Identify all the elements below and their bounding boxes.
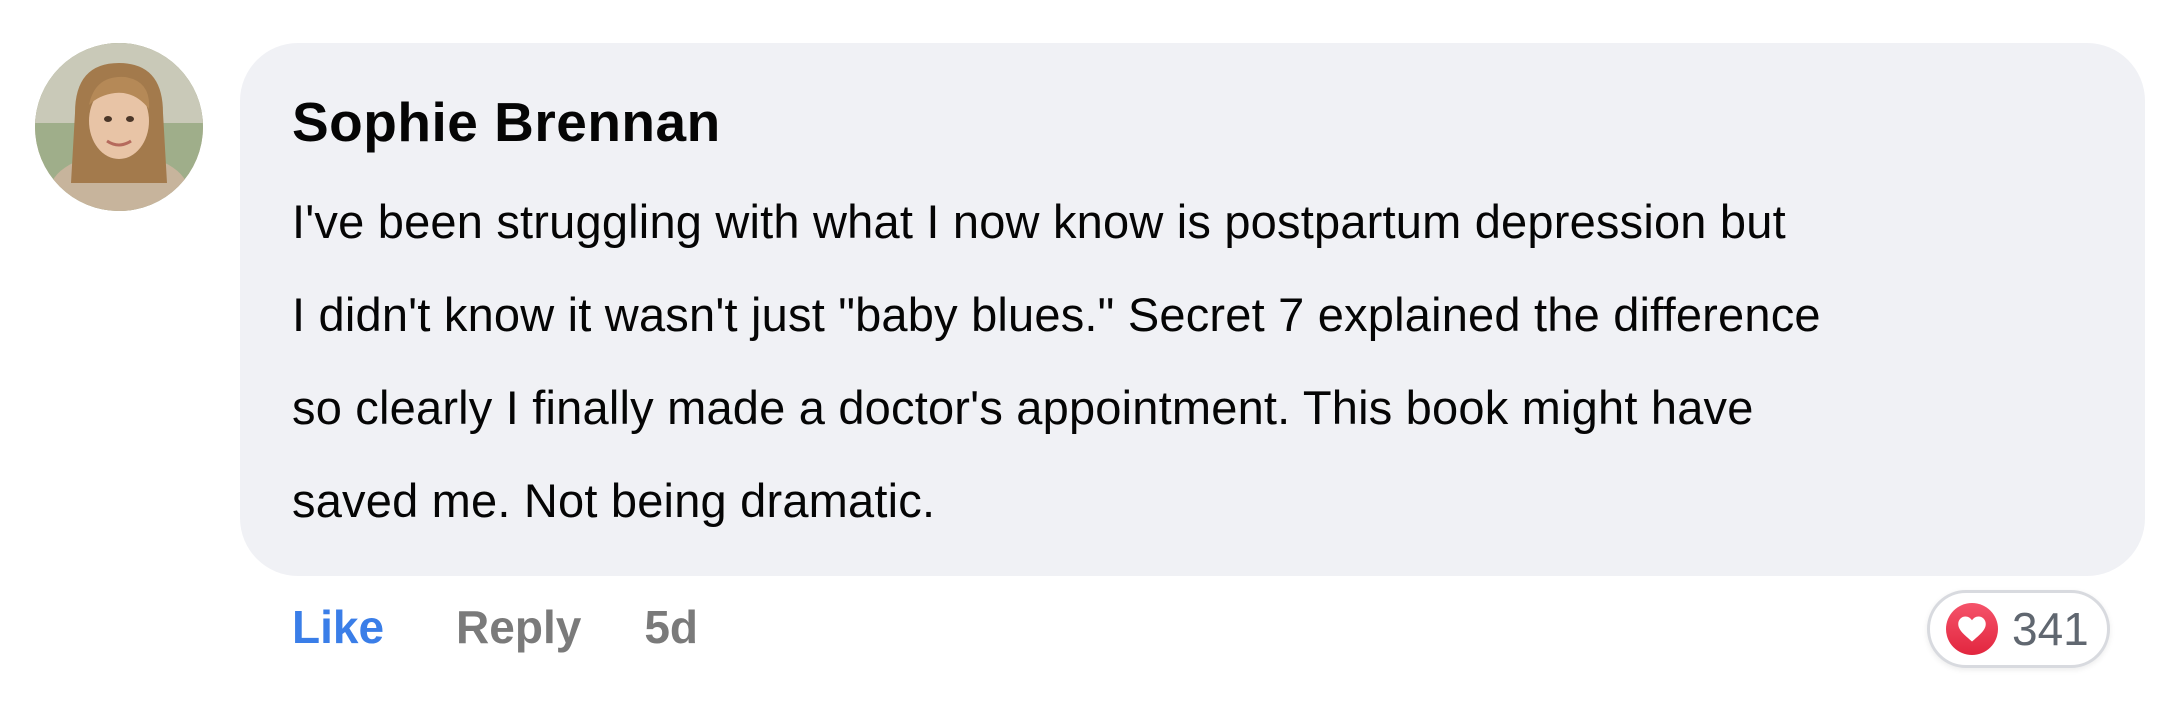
reaction-summary[interactable]: 341 (1927, 590, 2110, 668)
avatar-photo (35, 43, 203, 211)
comment-text-line: I've been struggling with what I now kno… (292, 195, 1786, 248)
reaction-count: 341 (2012, 603, 2089, 655)
comment-text-line: saved me. Not being dramatic. (292, 474, 936, 527)
comment-bubble: Sophie Brennan I've been struggling with… (240, 43, 2145, 576)
comment-text-line: so clearly I finally made a doctor's app… (292, 381, 1754, 434)
comment-text: I've been struggling with what I now kno… (292, 175, 2085, 547)
heart-icon (1946, 603, 1998, 655)
reply-button[interactable]: Reply (456, 600, 581, 654)
comment: Sophie Brennan I've been struggling with… (0, 0, 2172, 724)
author-name[interactable]: Sophie Brennan (292, 89, 2085, 155)
comment-text-line: I didn't know it wasn't just "baby blues… (292, 288, 1821, 341)
comment-actions: Like Reply 5d (292, 600, 698, 654)
like-button[interactable]: Like (292, 600, 384, 654)
avatar[interactable] (35, 43, 203, 211)
timestamp[interactable]: 5d (644, 600, 698, 654)
